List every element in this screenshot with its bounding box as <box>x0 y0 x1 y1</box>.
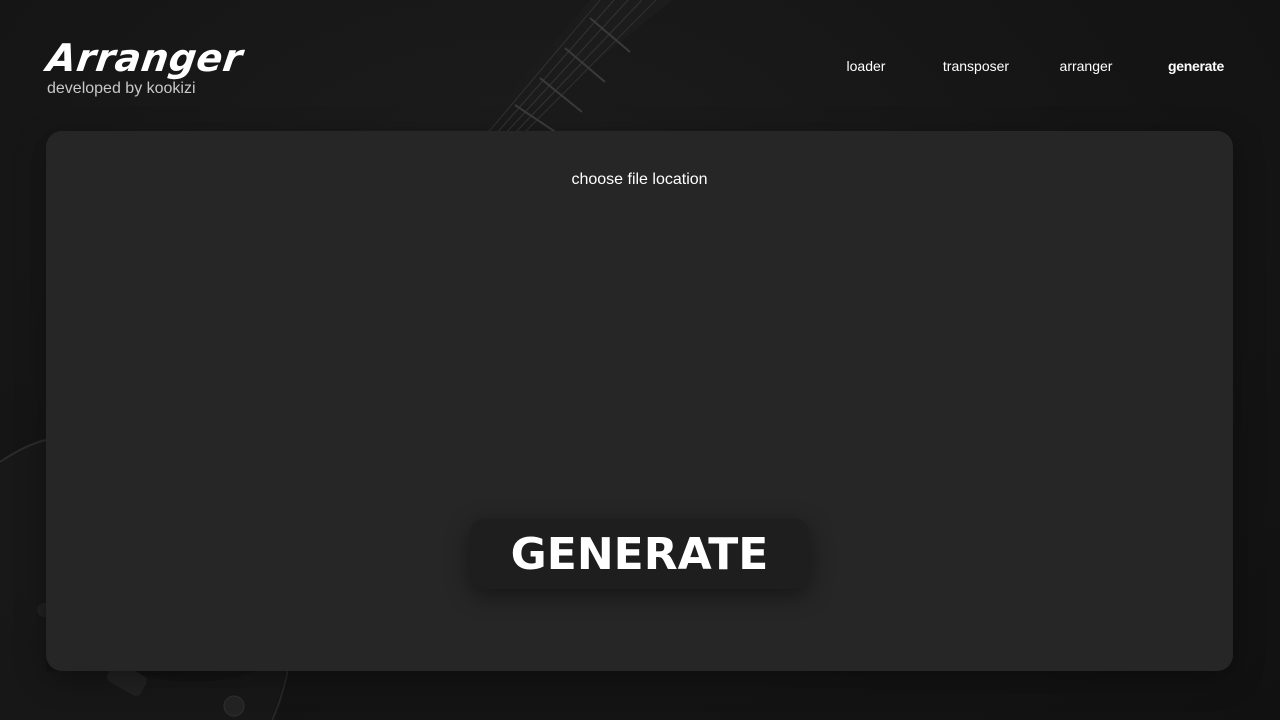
generate-button-label: GENERATE <box>510 528 769 580</box>
generate-panel: choose file location GENERATE <box>46 131 1233 671</box>
brand-block: Arranger developed by kookizi <box>44 36 245 98</box>
nav-item-generate[interactable]: generate <box>1156 58 1236 74</box>
nav-item-loader[interactable]: loader <box>826 58 906 74</box>
app-window: Arranger developed by kookizi loader tra… <box>0 0 1280 720</box>
app-subtitle: developed by kookizi <box>47 80 196 97</box>
app-title: Arranger <box>44 36 246 80</box>
nav-item-arranger[interactable]: arranger <box>1046 58 1126 74</box>
choose-file-location-link[interactable]: choose file location <box>46 171 1233 189</box>
nav-item-transposer[interactable]: transposer <box>936 58 1016 74</box>
top-nav: loader transposer arranger generate <box>826 58 1236 74</box>
generate-button[interactable]: GENERATE <box>470 519 809 589</box>
